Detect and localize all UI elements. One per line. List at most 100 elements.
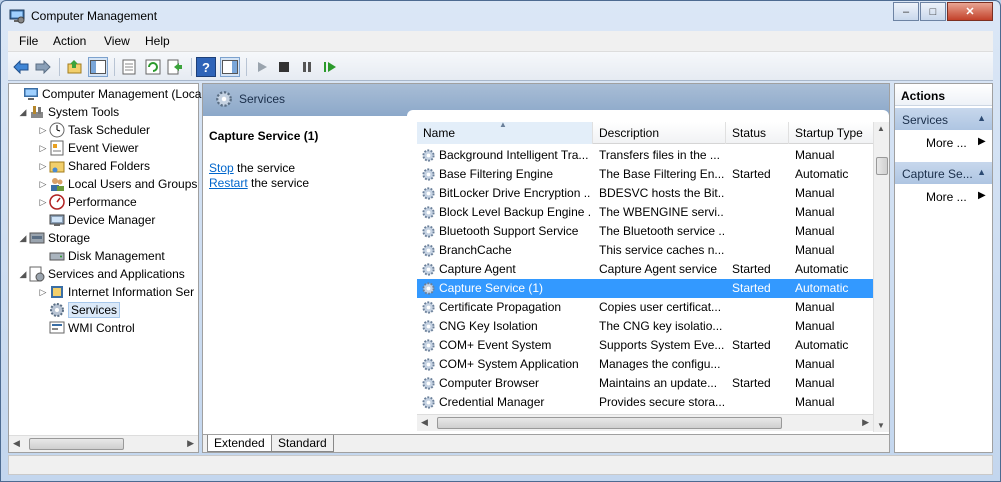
gear-icon <box>421 148 436 163</box>
list-header: Name ▲ Description Status Startup Type <box>417 120 873 144</box>
pause-icon <box>303 62 311 72</box>
gear-icon <box>421 167 436 182</box>
collapse-arrow-icon[interactable]: ◢ <box>17 233 29 244</box>
actions-section-capture-service[interactable]: Capture Se... ▲ <box>895 162 992 184</box>
service-row[interactable]: COM+ Event System Supports System Eve... S… <box>417 336 873 355</box>
actions-section-services[interactable]: Services ▲ <box>895 108 992 130</box>
menu-view[interactable]: View <box>104 34 130 48</box>
menu-help[interactable]: Help <box>145 34 170 48</box>
collapse-icon[interactable]: ▲ <box>977 113 986 123</box>
service-row[interactable]: COM+ System Application Manages the confi… <box>417 355 873 374</box>
scroll-thumb[interactable] <box>437 417 782 429</box>
service-startup: Manual <box>795 224 835 238</box>
tree-item-storage[interactable]: ◢ Storage <box>17 229 91 247</box>
service-startup: Manual <box>795 243 835 257</box>
show-hide-action-pane-button[interactable] <box>220 57 240 77</box>
expand-arrow-icon[interactable]: ▷ <box>37 287 49 298</box>
export-button[interactable] <box>165 57 185 77</box>
tree-item-iis[interactable]: ▷ Internet Information Ser <box>37 283 195 301</box>
tree-item-services[interactable]: Services <box>49 301 121 319</box>
minimize-button[interactable]: – <box>893 2 919 21</box>
tree-item-services-and-applications[interactable]: ◢ Services and Applications <box>17 265 185 283</box>
title-bar[interactable]: Computer Management – □ ✕ <box>1 1 1000 31</box>
expand-arrow-icon[interactable]: ▷ <box>37 179 49 190</box>
maximize-button[interactable]: □ <box>920 2 946 21</box>
tree-item-performance[interactable]: ▷ Performance <box>37 193 137 211</box>
scroll-right-icon[interactable]: ▶ <box>862 417 869 428</box>
service-row[interactable]: Background Intelligent Tra... Transfers f… <box>417 146 873 165</box>
tree-item-computer-management[interactable]: Computer Management (Local <box>11 85 204 103</box>
service-startup: Manual <box>795 205 835 219</box>
tree-item-event-viewer[interactable]: ▷ Event Viewer <box>37 139 138 157</box>
service-status: Started <box>732 262 771 276</box>
tree-item-disk-management[interactable]: Disk Management <box>49 247 165 265</box>
tree-item-shared-folders[interactable]: ▷ Shared Folders <box>37 157 151 175</box>
help-button[interactable]: ? <box>196 57 216 77</box>
close-icon: ✕ <box>965 6 975 18</box>
column-header-name[interactable]: Name ▲ <box>417 120 593 144</box>
list-vertical-scrollbar[interactable]: ▲ ▼ <box>873 122 889 432</box>
column-header-description[interactable]: Description <box>593 122 726 144</box>
scroll-left-icon[interactable]: ◀ <box>421 417 428 428</box>
up-button[interactable] <box>65 57 85 77</box>
forward-button[interactable] <box>33 57 53 77</box>
menu-action[interactable]: Action <box>53 34 86 48</box>
expand-arrow-icon[interactable]: ▷ <box>37 143 49 154</box>
tree-item-system-tools[interactable]: ◢ System Tools <box>17 103 120 121</box>
scroll-right-icon[interactable]: ▶ <box>187 438 194 449</box>
service-row[interactable]: Computer Browser Maintains an update... St… <box>417 374 873 393</box>
pause-service-button[interactable] <box>297 57 317 77</box>
service-startup: Manual <box>795 300 835 314</box>
expand-arrow-icon[interactable]: ▷ <box>37 161 49 172</box>
service-row[interactable]: Bluetooth Support Service The Bluetooth s… <box>417 222 873 241</box>
column-status-label: Status <box>732 126 767 140</box>
service-row[interactable]: Credential Manager Provides secure stora.… <box>417 393 873 412</box>
tree-item-device-manager[interactable]: Device Manager <box>49 211 155 229</box>
collapse-arrow-icon[interactable]: ◢ <box>17 107 29 118</box>
show-hide-tree-button[interactable] <box>88 57 108 77</box>
service-row[interactable]: Certificate Propagation Copies user certi… <box>417 298 873 317</box>
column-header-startup-type[interactable]: Startup Type <box>789 122 873 144</box>
refresh-button[interactable] <box>143 57 163 77</box>
service-row[interactable]: CNG Key Isolation The CNG key isolatio...… <box>417 317 873 336</box>
action-more-capture-service[interactable]: More ... ▶ <box>926 190 986 204</box>
tree-label: Computer Management (Local <box>42 87 205 101</box>
scroll-left-icon[interactable]: ◀ <box>13 438 20 449</box>
tree-item-task-scheduler[interactable]: ▷ Task Scheduler <box>37 121 150 139</box>
gear-icon <box>50 303 64 317</box>
scroll-up-icon[interactable]: ▲ <box>877 124 885 133</box>
service-row[interactable]: BitLocker Drive Encryption ... BDESVC hos… <box>417 184 873 203</box>
service-startup: Automatic <box>795 167 849 181</box>
list-horizontal-scrollbar[interactable]: ◀ ▶ <box>417 414 873 431</box>
collapse-icon[interactable]: ▲ <box>977 167 986 177</box>
scroll-down-icon[interactable]: ▼ <box>877 421 885 430</box>
expand-arrow-icon[interactable]: ▷ <box>37 125 49 136</box>
restart-service-link[interactable]: Restart <box>209 176 248 190</box>
service-name: Base Filtering Engine <box>439 167 554 181</box>
service-row[interactable]: Block Level Backup Engine ... The WBENGIN… <box>417 203 873 222</box>
properties-button[interactable] <box>119 57 139 77</box>
tree-horizontal-scrollbar[interactable]: ◀ ▶ <box>9 435 198 452</box>
action-more-services[interactable]: More ... ▶ <box>926 136 986 150</box>
expand-arrow-icon[interactable]: ▷ <box>37 197 49 208</box>
restart-service-button[interactable] <box>320 57 340 77</box>
column-header-status[interactable]: Status <box>726 122 789 144</box>
stop-service-button[interactable] <box>274 57 294 77</box>
service-row[interactable]: Capture Agent Capture Agent service Starte… <box>417 260 873 279</box>
stop-service-link[interactable]: Stop <box>209 161 234 175</box>
tab-extended[interactable]: Extended <box>207 435 272 452</box>
scroll-thumb[interactable] <box>876 157 888 175</box>
tree-item-wmi-control[interactable]: WMI Control <box>49 319 135 337</box>
scroll-thumb[interactable] <box>29 438 124 450</box>
back-button[interactable] <box>11 57 31 77</box>
service-row[interactable]: Base Filtering Engine The Base Filtering … <box>417 165 873 184</box>
tree-item-local-users[interactable]: ▷ Local Users and Groups <box>37 175 197 193</box>
close-button[interactable]: ✕ <box>947 2 993 21</box>
menu-file[interactable]: File <box>19 34 38 48</box>
tab-standard[interactable]: Standard <box>271 435 334 452</box>
service-row[interactable]: Capture Service (1) Started Automatic <box>417 279 873 298</box>
start-service-button[interactable] <box>252 57 272 77</box>
collapse-arrow-icon[interactable]: ◢ <box>17 269 29 280</box>
service-description: BDESVC hosts the Bit... <box>599 186 724 200</box>
service-row[interactable]: BranchCache This service caches n... Manua… <box>417 241 873 260</box>
